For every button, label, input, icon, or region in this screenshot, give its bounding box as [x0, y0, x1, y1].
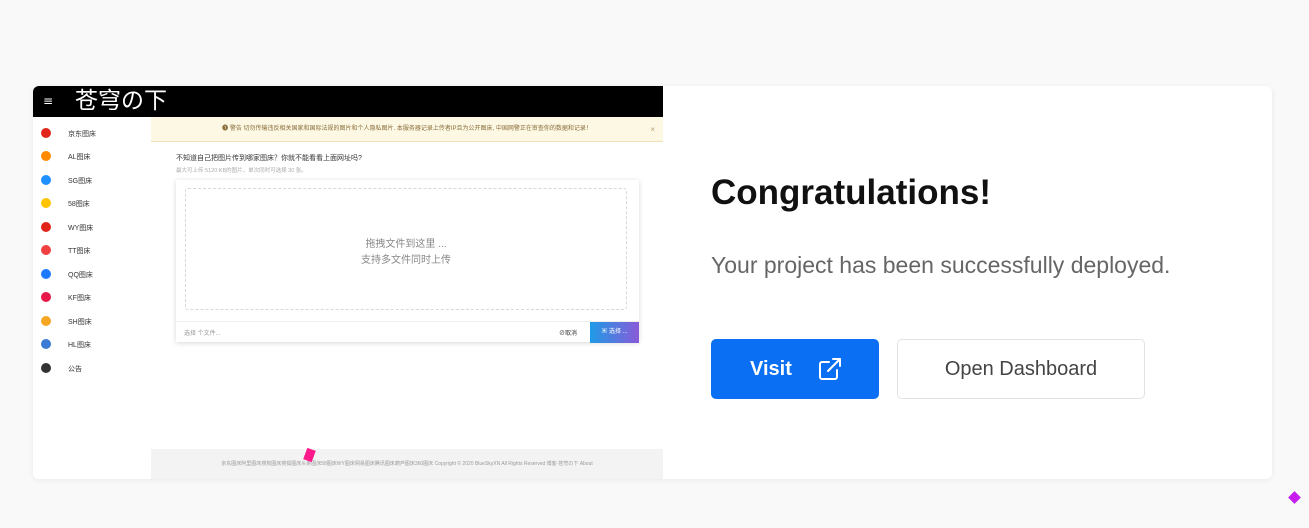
sidebar-item-label: SH图床	[68, 319, 92, 326]
drop-zone: 拖拽文件到这里 ... 支持多文件同时上传	[185, 188, 627, 310]
sh-icon	[41, 316, 51, 326]
sidebar-item-label: TT图床	[68, 248, 91, 255]
preview-sidebar: 京东图床 AL图床 SG图床 58图床 WY图床 TT图床 QQ图床 KF图床 …	[33, 117, 151, 479]
sg-icon	[41, 175, 51, 185]
sidebar-item-jd: 京东图床	[33, 123, 151, 143]
58-icon	[41, 198, 51, 208]
sidebar-item-label: SG图床	[68, 178, 93, 185]
tt-icon	[41, 245, 51, 255]
open-dashboard-button[interactable]: Open Dashboard	[897, 339, 1145, 399]
menu-icon: ≡	[43, 94, 54, 108]
bell-icon	[41, 363, 51, 373]
external-link-icon	[819, 358, 841, 380]
choose-file-button: ▣ 选择 ...	[590, 322, 639, 343]
sidebar-item-label: WY图床	[68, 225, 94, 232]
warning-text: ❶ 警告 切勿传输违反相关国家和国际法规的图片和个人隐私图片. 本服务器记录上传…	[222, 126, 592, 132]
cancel-button: ⊘取消	[559, 331, 578, 337]
al-icon	[41, 151, 51, 161]
upload-question: 不知道自己把图片传到哪家图床？你就不能看看上面网址吗?	[176, 155, 362, 162]
preview-brand: 苍穹の下	[75, 88, 167, 114]
sidebar-item-label: 公告	[68, 366, 82, 373]
close-icon: ×	[650, 125, 655, 134]
deployment-card: ≡ 苍穹の下 京东图床 AL图床 SG图床 58图床 WY图床 TT图床 QQ图…	[33, 86, 1272, 479]
preview-footer: 京东图床阿里图床搜狗图床搜狐图床头条图床58图床WY图床网易图床腾讯图床葫芦图床…	[151, 449, 663, 479]
sidebar-item-sh: SH图床	[33, 311, 151, 331]
sidebar-item-hl: HL图床	[33, 334, 151, 354]
hl-icon	[41, 339, 51, 349]
visit-button[interactable]: Visit	[711, 339, 879, 399]
drop-zone-subhint: 支持多文件同时上传	[361, 255, 451, 266]
warning-banner: ❶ 警告 切勿传输违反相关国家和国际法规的图片和个人隐私图片. 本服务器记录上传…	[151, 117, 663, 142]
success-message: Your project has been successfully deplo…	[711, 252, 1171, 278]
upload-limit-note: 最大可上传 5120 KB的图片，单次同时可选择 30 张。	[176, 168, 307, 174]
sidebar-item-label: 京东图床	[68, 131, 96, 138]
sidebar-item-tt: TT图床	[33, 240, 151, 260]
upload-panel: 拖拽文件到这里 ... 支持多文件同时上传 选择 个文件... ⊘取消 ▣ 选择…	[176, 180, 639, 343]
preview-top-bar: ≡ 苍穹の下	[33, 86, 663, 117]
sidebar-item-qq: QQ图床	[33, 264, 151, 284]
sidebar-item-58: 58图床	[33, 193, 151, 213]
qq-icon	[41, 269, 51, 279]
sidebar-item-label: HL图床	[68, 342, 91, 349]
sidebar-item-kf: KF图床	[33, 287, 151, 307]
file-select-bar: 选择 个文件... ⊘取消 ▣ 选择 ...	[176, 321, 639, 343]
sidebar-item-sg: SG图床	[33, 170, 151, 190]
site-preview-screenshot[interactable]: ≡ 苍穹の下 京东图床 AL图床 SG图床 58图床 WY图床 TT图床 QQ图…	[33, 86, 663, 479]
sidebar-item-label: 58图床	[68, 201, 90, 208]
jd-icon	[41, 128, 51, 138]
visit-label: Visit	[750, 358, 792, 380]
drop-zone-hint: 拖拽文件到这里 ...	[365, 239, 447, 250]
sidebar-item-wy: WY图床	[33, 217, 151, 237]
diamond-icon	[1288, 491, 1301, 504]
kf-icon	[41, 292, 51, 302]
wy-icon	[41, 222, 51, 232]
sidebar-item-al: AL图床	[33, 146, 151, 166]
sidebar-item-label: KF图床	[68, 295, 91, 302]
page-title: Congratulations!	[711, 173, 991, 212]
file-placeholder: 选择 个文件...	[184, 331, 221, 337]
sidebar-item-label: QQ图床	[68, 272, 93, 279]
sidebar-item-label: AL图床	[68, 154, 91, 161]
sidebar-item-notice: 公告	[33, 358, 151, 378]
